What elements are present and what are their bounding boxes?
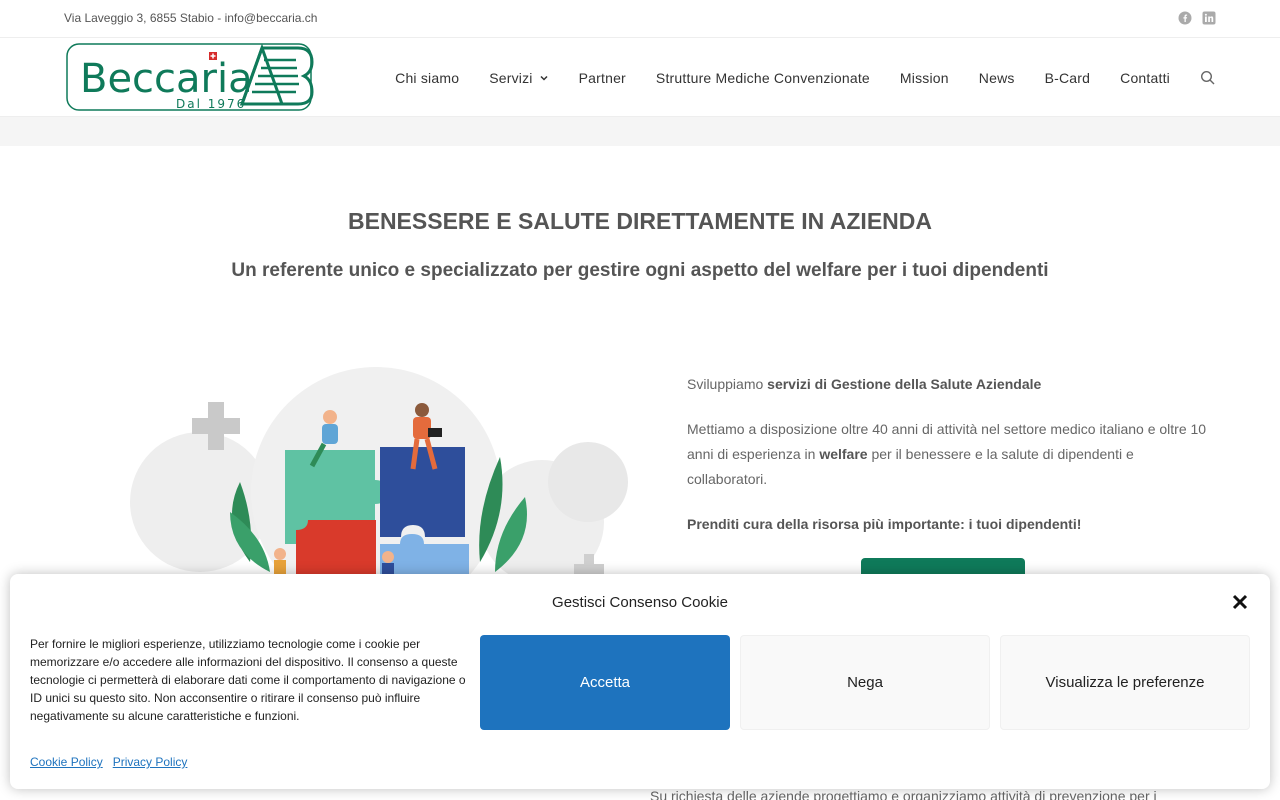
nav-contatti[interactable]: Contatti xyxy=(1120,70,1170,86)
cookie-consent-banner: Gestisci Consenso Cookie Per fornire le … xyxy=(10,574,1270,789)
logo-wordmark: Beccaria xyxy=(80,56,253,102)
chevron-down-icon xyxy=(539,70,549,86)
intro-paragraph-1: Sviluppiamo servizi di Gestione della Sa… xyxy=(687,372,1207,397)
nav-partner[interactable]: Partner xyxy=(579,70,626,86)
nav-label: Partner xyxy=(578,69,626,86)
privacy-policy-link[interactable]: Privacy Policy xyxy=(113,755,188,769)
site-header: Beccaria Dal 1976 Chi siamo Servizi Part… xyxy=(0,39,1280,116)
text-run: Sviluppiamo xyxy=(687,376,768,392)
deny-button[interactable]: Nega xyxy=(740,635,990,730)
nav-label: B-Card xyxy=(1044,69,1091,86)
accept-button[interactable]: Accetta xyxy=(480,635,730,730)
page-subtitle: Un referente unico e specializzato per g… xyxy=(231,260,1049,281)
bottom-paragraph: Su richiesta delle aziende progettiamo e… xyxy=(650,788,1157,800)
nav-label: Contatti xyxy=(1120,69,1170,86)
page-title-band xyxy=(0,116,1280,146)
nav-label: Chi siamo xyxy=(395,69,460,86)
text-bold: servizi di Gestione della Salute Azienda… xyxy=(767,376,1042,392)
nav-b-card[interactable]: B-Card xyxy=(1045,70,1091,86)
cookie-message: Per fornire le migliori esperienze, util… xyxy=(30,637,466,723)
beccaria-logo[interactable]: Beccaria Dal 1976 xyxy=(66,42,314,112)
intro-paragraph-3: Prenditi cura della risorsa più importan… xyxy=(687,512,1207,537)
text-bold: Prenditi cura della risorsa più importan… xyxy=(687,516,1082,532)
cookie-title: Gestisci Consenso Cookie xyxy=(552,594,728,611)
text-bold: welfare xyxy=(819,446,868,462)
search-icon[interactable] xyxy=(1200,70,1216,86)
facebook-icon[interactable] xyxy=(1178,11,1192,25)
nav-label: Mission xyxy=(899,69,949,86)
logo-since: Dal 1976 xyxy=(176,97,246,111)
cookie-links: Cookie Policy Privacy Policy xyxy=(30,755,187,769)
view-preferences-button[interactable]: Visualizza le preferenze xyxy=(1000,635,1250,730)
nav-label: News xyxy=(978,69,1015,86)
nav-servizi[interactable]: Servizi xyxy=(489,70,548,86)
linkedin-icon[interactable] xyxy=(1202,11,1216,25)
contact-info: Via Laveggio 3, 6855 Stabio - info@becca… xyxy=(64,11,318,25)
close-icon[interactable] xyxy=(1230,592,1250,612)
main-nav: Chi siamo Servizi Partner Strutture Medi… xyxy=(395,39,1216,116)
nav-label: Servizi xyxy=(489,69,533,86)
cookie-policy-link[interactable]: Cookie Policy xyxy=(30,755,103,769)
page-title: BENESSERE E SALUTE DIRETTAMENTE IN AZIEN… xyxy=(348,208,932,234)
nav-mission[interactable]: Mission xyxy=(900,70,949,86)
nav-news[interactable]: News xyxy=(979,70,1015,86)
intro-paragraph-2: Mettiamo a disposizione oltre 40 anni di… xyxy=(687,417,1207,492)
nav-chi-siamo[interactable]: Chi siamo xyxy=(395,70,459,86)
nav-strutture-mediche[interactable]: Strutture Mediche Convenzionate xyxy=(656,70,870,86)
nav-label: Strutture Mediche Convenzionate xyxy=(655,69,870,86)
top-bar: Via Laveggio 3, 6855 Stabio - info@becca… xyxy=(0,0,1280,38)
social-links xyxy=(1178,11,1216,25)
intro-copy: Sviluppiamo servizi di Gestione della Sa… xyxy=(687,372,1207,557)
puzzle-team-illustration xyxy=(80,322,672,617)
